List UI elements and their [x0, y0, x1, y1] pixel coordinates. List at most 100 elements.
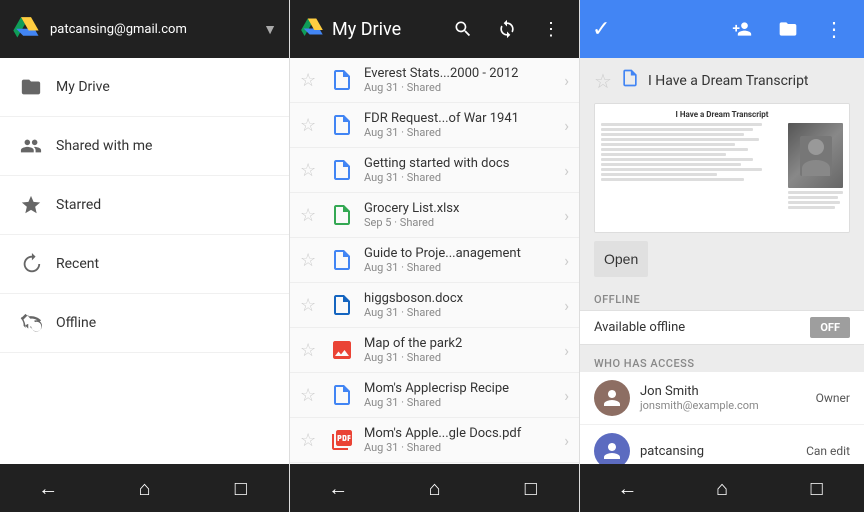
open-button[interactable]: Open [594, 241, 648, 277]
file-chevron-icon: › [564, 341, 569, 360]
file-item[interactable]: ☆ Map of the park2 Aug 31 · Shared › [290, 328, 579, 373]
sidebar-item-starred-label: Starred [56, 197, 101, 213]
mid-title: My Drive [332, 19, 437, 40]
mid-back-button[interactable]: ← [318, 468, 358, 508]
access-role-patcansing: Can edit [806, 444, 850, 458]
file-name: Mom's Apple...gle Docs.pdf [364, 426, 556, 441]
sidebar-item-recent[interactable]: Recent [0, 235, 289, 294]
drive-logo [12, 13, 40, 45]
offline-toggle[interactable]: OFF [810, 317, 850, 338]
mid-home-button[interactable]: ⌂ [414, 468, 454, 508]
file-type-icon [328, 336, 356, 364]
file-chevron-icon: › [564, 71, 569, 90]
right-content: ☆ I Have a Dream Transcript I Have a Dre… [580, 58, 864, 464]
doc-title: I Have a Dream Transcript [648, 73, 809, 89]
file-info: Map of the park2 Aug 31 · Shared [364, 336, 556, 364]
header-chevron[interactable]: ▼ [263, 21, 277, 38]
mid-bottom-bar: ← ⌂ □ [290, 464, 579, 512]
file-star-icon[interactable]: ☆ [300, 385, 320, 406]
file-meta: Aug 31 · Shared [364, 396, 556, 409]
access-section-header: WHO HAS ACCESS [580, 351, 864, 372]
file-name: FDR Request...of War 1941 [364, 111, 556, 126]
file-star-icon[interactable]: ☆ [300, 115, 320, 136]
right-recents-button[interactable]: □ [797, 468, 837, 508]
file-type-icon [328, 111, 356, 139]
file-star-icon[interactable]: ☆ [300, 160, 320, 181]
left-nav: My Drive Shared with me Starred [0, 58, 289, 464]
sidebar-item-starred[interactable]: Starred [0, 176, 289, 235]
folder-icon [20, 76, 42, 98]
file-item[interactable]: ☆ Guide to Proje...anagement Aug 31 · Sh… [290, 238, 579, 283]
file-star-icon[interactable]: ☆ [300, 205, 320, 226]
file-item[interactable]: ☆ Everest Stats...2000 - 2012 Aug 31 · S… [290, 58, 579, 103]
right-more-button[interactable]: ⋮ [816, 11, 852, 47]
file-type-icon [328, 66, 356, 94]
file-item[interactable]: ☆ Mom's Applecrisp Recipe Aug 31 · Share… [290, 373, 579, 418]
file-meta: Aug 31 · Shared [364, 441, 556, 454]
file-item[interactable]: ☆ Grocery List.xlsx Sep 5 · Shared › [290, 193, 579, 238]
right-home-button[interactable]: ⌂ [702, 468, 742, 508]
home-button[interactable]: ⌂ [124, 468, 164, 508]
sidebar-item-offline[interactable]: Offline [0, 294, 289, 353]
access-email-jonsmith: jonsmith@example.com [640, 399, 806, 412]
avatar-jonsmith [594, 380, 630, 416]
file-chevron-icon: › [564, 251, 569, 270]
doc-star-icon[interactable]: ☆ [594, 69, 612, 93]
file-info: FDR Request...of War 1941 Aug 31 · Share… [364, 111, 556, 139]
mid-more-button[interactable]: ⋮ [533, 11, 569, 47]
access-info-patcansing: patcansing [640, 444, 796, 459]
back-button[interactable]: ← [28, 468, 68, 508]
refresh-button[interactable] [489, 11, 525, 47]
file-item[interactable]: ☆ FDR Request...of War 1941 Aug 31 · Sha… [290, 103, 579, 148]
doc-title-bar: ☆ I Have a Dream Transcript [580, 58, 864, 103]
file-star-icon[interactable]: ☆ [300, 70, 320, 91]
file-star-icon[interactable]: ☆ [300, 250, 320, 271]
right-header: ✓ ⋮ [580, 0, 864, 58]
file-name: Guide to Proje...anagement [364, 246, 556, 261]
sidebar-item-shared[interactable]: Shared with me [0, 117, 289, 176]
mid-header: My Drive ⋮ [290, 0, 579, 58]
file-name: Mom's Applecrisp Recipe [364, 381, 556, 396]
file-item[interactable]: ☆ higgsboson.docx Aug 31 · Shared › [290, 283, 579, 328]
file-item[interactable]: ☆ Getting started with docs Aug 31 · Sha… [290, 148, 579, 193]
offline-icon [20, 312, 42, 334]
mid-recents-button[interactable]: □ [511, 468, 551, 508]
file-chevron-icon: › [564, 431, 569, 450]
file-info: Grocery List.xlsx Sep 5 · Shared [364, 201, 556, 229]
file-meta: Aug 31 · Shared [364, 126, 556, 139]
file-meta: Aug 31 · Shared [364, 81, 556, 94]
right-back-button[interactable]: ← [607, 468, 647, 508]
star-icon [20, 194, 42, 216]
search-button[interactable] [445, 11, 481, 47]
recents-button[interactable]: □ [221, 468, 261, 508]
clock-icon [20, 253, 42, 275]
doc-type-icon [620, 68, 640, 93]
file-star-icon[interactable]: ☆ [300, 295, 320, 316]
file-name: Getting started with docs [364, 156, 556, 171]
sidebar-item-my-drive-label: My Drive [56, 79, 110, 95]
add-user-button[interactable] [724, 11, 760, 47]
offline-section-header: OFFLINE [580, 285, 864, 310]
file-meta: Aug 31 · Shared [364, 171, 556, 184]
mid-panel: My Drive ⋮ ☆ Everest Stats...2000 - 2012… [290, 0, 580, 512]
file-star-icon[interactable]: ☆ [300, 430, 320, 451]
file-meta: Aug 31 · Shared [364, 306, 556, 319]
drive-logo-mid [300, 15, 324, 43]
file-info: Getting started with docs Aug 31 · Share… [364, 156, 556, 184]
left-panel: patcansing@gmail.com ▼ My Drive Shared w… [0, 0, 290, 512]
sidebar-item-my-drive[interactable]: My Drive [0, 58, 289, 117]
offline-label: Available offline [594, 320, 810, 335]
folder-button[interactable] [770, 11, 806, 47]
right-panel: ✓ ⋮ ☆ I Have a Dream Transcript [580, 0, 864, 512]
file-chevron-icon: › [564, 161, 569, 180]
file-info: Everest Stats...2000 - 2012 Aug 31 · Sha… [364, 66, 556, 94]
file-type-icon [328, 381, 356, 409]
avatar-patcansing [594, 433, 630, 464]
file-info: Mom's Apple...gle Docs.pdf Aug 31 · Shar… [364, 426, 556, 454]
file-info: Mom's Applecrisp Recipe Aug 31 · Shared [364, 381, 556, 409]
file-type-icon [328, 156, 356, 184]
file-star-icon[interactable]: ☆ [300, 340, 320, 361]
file-info: higgsboson.docx Aug 31 · Shared [364, 291, 556, 319]
file-info: Guide to Proje...anagement Aug 31 · Shar… [364, 246, 556, 274]
file-item[interactable]: ☆ Mom's Apple...gle Docs.pdf Aug 31 · Sh… [290, 418, 579, 463]
